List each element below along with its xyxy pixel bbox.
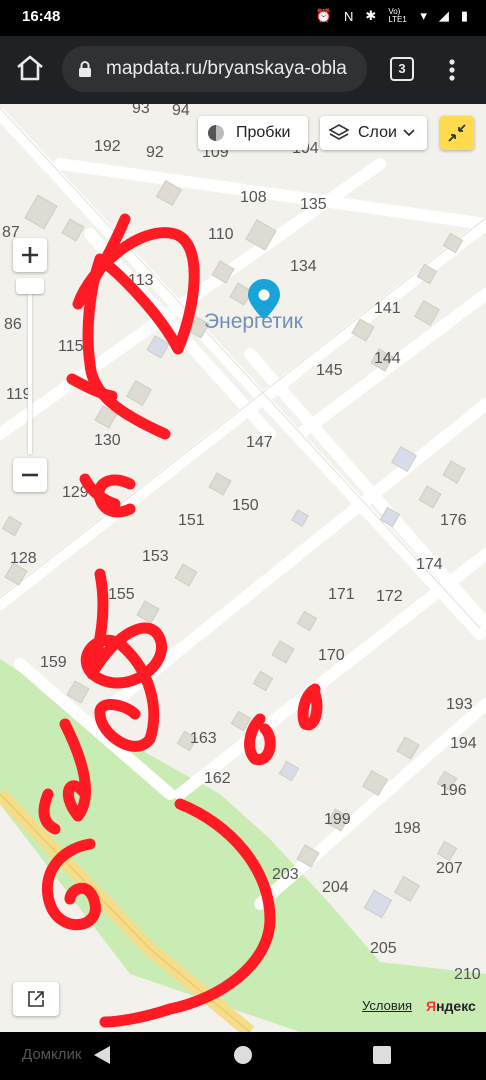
house-number: 171 <box>328 586 355 603</box>
browser-toolbar: mapdata.ru/bryanskaya-obla 3 <box>0 36 486 104</box>
layers-icon <box>328 124 350 140</box>
alarm-icon: ⏰ <box>315 8 333 23</box>
status-icons: ⏰ N ✱ Vo) LTE1 ▾ ◢ ▮ <box>316 8 468 24</box>
yandex-logo[interactable]: Яндекс <box>426 998 476 1014</box>
house-number: 192 <box>94 138 121 155</box>
house-number: 134 <box>290 258 317 275</box>
house-number: 170 <box>318 647 345 664</box>
house-number: 207 <box>436 860 463 877</box>
layers-button[interactable]: Слои <box>320 116 427 150</box>
house-number: 115 <box>58 338 84 355</box>
house-number: 108 <box>240 189 267 206</box>
house-number: 153 <box>142 548 169 565</box>
zoom-slider-track[interactable] <box>28 294 32 454</box>
volte-icon: Vo) LTE1 <box>388 7 407 24</box>
house-number: 193 <box>446 696 473 713</box>
house-number: 110 <box>208 226 234 243</box>
traffic-label: Пробки <box>236 124 291 141</box>
house-number: 174 <box>416 556 443 573</box>
more-menu-icon[interactable] <box>440 54 464 86</box>
status-bar: 16:48 ⏰ N ✱ Vo) LTE1 ▾ ◢ ▮ <box>0 0 486 36</box>
house-number: 151 <box>178 512 205 529</box>
minus-icon <box>22 473 38 477</box>
collapse-icon <box>448 124 466 142</box>
house-number: 92 <box>146 144 164 161</box>
map-base <box>0 107 486 1032</box>
watermark: Домклик <box>22 1046 82 1063</box>
traffic-icon <box>208 125 224 141</box>
house-number: 199 <box>324 811 351 828</box>
address-bar[interactable]: mapdata.ru/bryanskaya-obla <box>62 46 367 92</box>
map-canvas[interactable]: 93 94 192 92 109 104 108 135 87 110 134 … <box>0 104 486 1032</box>
poi-label[interactable]: Энергетик <box>204 310 303 334</box>
house-number: 172 <box>376 588 403 605</box>
house-number: 145 <box>316 362 343 379</box>
house-number: 147 <box>246 434 273 451</box>
house-number: 198 <box>394 820 421 837</box>
system-nav-bar: Домклик <box>0 1032 486 1080</box>
house-number: 194 <box>450 735 477 752</box>
house-number: 150 <box>232 497 259 514</box>
house-number: 93 <box>132 104 150 117</box>
tabs-button[interactable]: 3 <box>390 57 414 81</box>
house-number: 144 <box>374 350 401 367</box>
fullscreen-button[interactable] <box>440 116 474 150</box>
recents-icon[interactable] <box>373 1046 391 1064</box>
nfc-icon: N <box>344 8 354 24</box>
wifi-icon: ▾ <box>420 8 427 23</box>
external-link-icon <box>28 991 44 1007</box>
house-number: 113 <box>128 272 154 289</box>
bluetooth-icon: ✱ <box>365 8 377 23</box>
clock: 16:48 <box>22 8 61 25</box>
house-number: 176 <box>440 512 467 529</box>
house-number: 129 <box>62 484 89 501</box>
terms-link[interactable]: Условия <box>362 998 412 1013</box>
house-number: 196 <box>440 782 467 799</box>
house-number: 205 <box>370 940 397 957</box>
house-number: 86 <box>4 316 22 333</box>
open-in-app-button[interactable] <box>13 982 59 1016</box>
house-number: 155 <box>108 586 135 603</box>
plus-icon <box>22 247 38 263</box>
house-number: 204 <box>322 879 349 896</box>
house-number: 130 <box>94 432 121 449</box>
house-number: 141 <box>374 300 401 317</box>
url-text: mapdata.ru/bryanskaya-obla <box>106 58 347 79</box>
house-number: 162 <box>204 770 231 787</box>
house-number: 203 <box>272 866 299 883</box>
traffic-button[interactable]: Пробки <box>198 116 308 150</box>
house-number: 135 <box>300 196 327 213</box>
layers-label: Слои <box>358 124 397 141</box>
zoom-in-button[interactable] <box>13 238 47 272</box>
signal-icon: ◢ <box>438 8 449 23</box>
zoom-slider-handle[interactable] <box>16 278 44 294</box>
house-number: 210 <box>454 966 481 983</box>
home-nav-icon[interactable] <box>234 1046 252 1064</box>
home-icon[interactable] <box>14 52 46 84</box>
battery-icon: ▮ <box>460 8 468 23</box>
back-icon[interactable] <box>92 1044 112 1066</box>
house-number: 128 <box>10 550 37 567</box>
zoom-out-button[interactable] <box>13 458 47 492</box>
house-number: 163 <box>190 730 217 747</box>
house-number: 159 <box>40 654 67 671</box>
house-number: 94 <box>172 104 190 119</box>
chevron-down-icon <box>403 129 415 137</box>
lock-icon <box>79 61 91 77</box>
